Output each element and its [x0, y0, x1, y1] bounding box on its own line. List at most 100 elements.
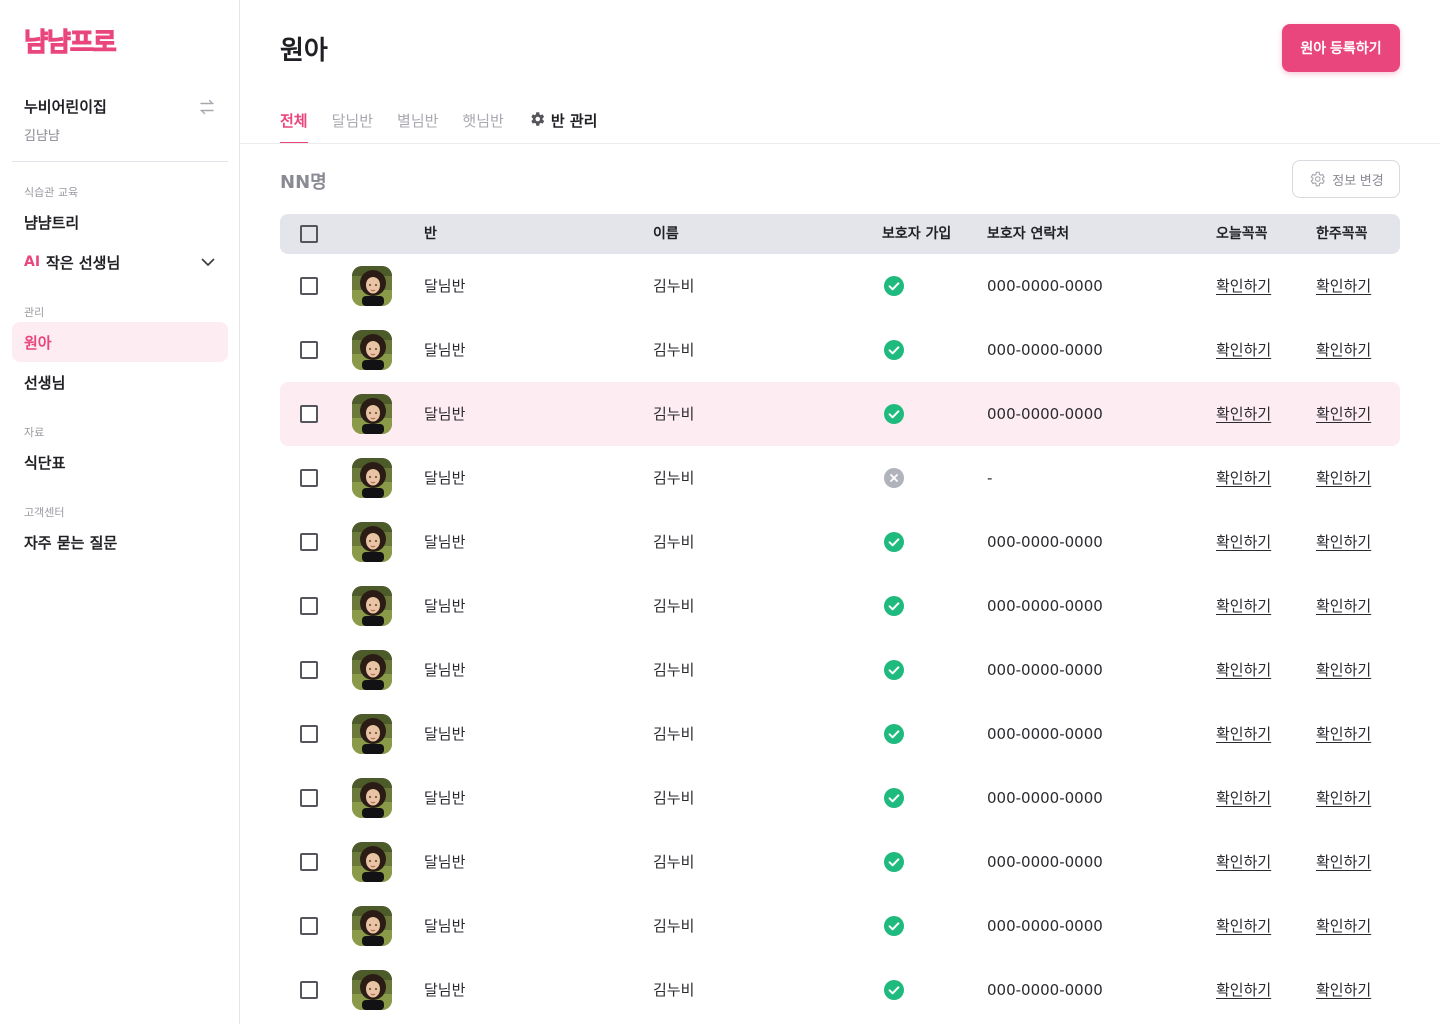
phone-cell: 000-0000-0000: [987, 917, 1103, 935]
row-checkbox[interactable]: [300, 725, 318, 743]
row-checkbox[interactable]: [300, 597, 318, 615]
row-checkbox[interactable]: [300, 533, 318, 551]
main-content: 원아 원아 등록하기 전체 달님반 별님반 햇님반 반 관리 NN명 정보 변경…: [240, 0, 1440, 1024]
avatar: [352, 906, 392, 946]
check-circle-icon: [884, 852, 904, 872]
week-check-link[interactable]: 확인하기: [1316, 510, 1371, 574]
tab-label: 별님반: [397, 112, 439, 130]
brand-logo[interactable]: 냠냠프로: [24, 22, 118, 59]
class-cell: 달님반: [424, 597, 466, 615]
table-row[interactable]: 달님반 김누비 - 확인하기 확인하기: [280, 446, 1400, 510]
table-row[interactable]: 달님반 김누비 000-0000-0000 확인하기 확인하기: [280, 766, 1400, 830]
class-cell: 달님반: [424, 661, 466, 679]
week-check-link[interactable]: 확인하기: [1316, 830, 1371, 894]
org-switcher[interactable]: 누비어린이집 김냠냠: [24, 96, 216, 144]
avatar: [352, 522, 392, 562]
sidebar-item-label: 자주 묻는 질문: [24, 533, 118, 552]
edit-info-label: 정보 변경: [1332, 172, 1384, 188]
week-check-link[interactable]: 확인하기: [1316, 702, 1371, 766]
row-checkbox[interactable]: [300, 789, 318, 807]
tab-moon-class[interactable]: 달님반: [332, 108, 373, 144]
tab-label: 전체: [280, 112, 308, 130]
table-row[interactable]: 달님반 김누비 000-0000-0000 확인하기 확인하기: [280, 574, 1400, 638]
chevron-down-icon[interactable]: [200, 254, 216, 270]
column-header-week[interactable]: 한주꼭꼭: [1316, 214, 1368, 254]
edit-info-button[interactable]: 정보 변경: [1292, 160, 1400, 198]
select-all-checkbox[interactable]: [300, 225, 318, 243]
table-row[interactable]: 달님반 김누비 000-0000-0000 확인하기 확인하기: [280, 510, 1400, 574]
row-checkbox[interactable]: [300, 661, 318, 679]
sidebar-item-ai-teacher[interactable]: AI 작은 선생님: [12, 242, 228, 282]
column-header-today[interactable]: 오늘꼭꼭: [1216, 214, 1268, 254]
sidebar-item-menu[interactable]: 식단표: [12, 442, 228, 482]
name-cell: 김누비: [653, 789, 695, 807]
week-check-link[interactable]: 확인하기: [1316, 574, 1371, 638]
today-check-link[interactable]: 확인하기: [1216, 318, 1271, 382]
table-row[interactable]: 달님반 김누비 000-0000-0000 확인하기 확인하기: [280, 318, 1400, 382]
sidebar-item-label: 작은 선생님: [46, 253, 121, 272]
check-circle-icon: [884, 916, 904, 936]
week-check-link[interactable]: 확인하기: [1316, 446, 1371, 510]
column-header-guardian-joined[interactable]: 보호자 가입: [882, 214, 951, 254]
week-check-link[interactable]: 확인하기: [1316, 382, 1371, 446]
table-row[interactable]: 달님반 김누비 000-0000-0000 확인하기 확인하기: [280, 830, 1400, 894]
row-checkbox[interactable]: [300, 405, 318, 423]
today-check-link[interactable]: 확인하기: [1216, 830, 1271, 894]
sidebar-item-teachers[interactable]: 선생님: [12, 362, 228, 402]
avatar: [352, 714, 392, 754]
name-cell: 김누비: [653, 341, 695, 359]
table-row[interactable]: 달님반 김누비 000-0000-0000 확인하기 확인하기: [280, 894, 1400, 958]
check-circle-icon: [884, 660, 904, 680]
week-check-link[interactable]: 확인하기: [1316, 318, 1371, 382]
tab-class-manage[interactable]: 반 관리: [528, 108, 597, 144]
child-count: NN명: [280, 172, 327, 193]
table-row[interactable]: 달님반 김누비 000-0000-0000 확인하기 확인하기: [280, 958, 1400, 1022]
sidebar-item-label: 냠냠트리: [24, 213, 80, 232]
register-child-button[interactable]: 원아 등록하기: [1282, 24, 1400, 72]
tab-sun-class[interactable]: 햇님반: [462, 108, 503, 144]
week-check-link[interactable]: 확인하기: [1316, 958, 1371, 1022]
table-row[interactable]: 달님반 김누비 000-0000-0000 확인하기 확인하기: [280, 382, 1400, 446]
today-check-link[interactable]: 확인하기: [1216, 702, 1271, 766]
week-check-link[interactable]: 확인하기: [1316, 894, 1371, 958]
swap-icon[interactable]: [198, 98, 216, 116]
week-check-link[interactable]: 확인하기: [1316, 766, 1371, 830]
today-check-link[interactable]: 확인하기: [1216, 510, 1271, 574]
avatar: [352, 266, 392, 306]
sidebar-item-faq[interactable]: 자주 묻는 질문: [12, 522, 228, 562]
table-row[interactable]: 달님반 김누비 000-0000-0000 확인하기 확인하기: [280, 638, 1400, 702]
tab-label: 햇님반: [462, 112, 504, 130]
row-checkbox[interactable]: [300, 469, 318, 487]
phone-cell: 000-0000-0000: [987, 725, 1103, 743]
today-check-link[interactable]: 확인하기: [1216, 446, 1271, 510]
check-circle-icon: [884, 532, 904, 552]
today-check-link[interactable]: 확인하기: [1216, 766, 1271, 830]
section-label-manage: 관리: [24, 306, 45, 319]
table-row[interactable]: 달님반 김누비 000-0000-0000 확인하기 확인하기: [280, 702, 1400, 766]
today-check-link[interactable]: 확인하기: [1216, 382, 1271, 446]
today-check-link[interactable]: 확인하기: [1216, 254, 1271, 318]
row-checkbox[interactable]: [300, 853, 318, 871]
sidebar-item-tree[interactable]: 냠냠트리: [12, 202, 228, 242]
class-cell: 달님반: [424, 533, 466, 551]
row-checkbox[interactable]: [300, 277, 318, 295]
column-header-guardian-phone[interactable]: 보호자 연락처: [987, 214, 1069, 254]
name-cell: 김누비: [653, 533, 695, 551]
phone-cell: -: [987, 469, 993, 487]
today-check-link[interactable]: 확인하기: [1216, 958, 1271, 1022]
phone-cell: 000-0000-0000: [987, 853, 1103, 871]
sidebar-item-children[interactable]: 원아: [12, 322, 228, 362]
today-check-link[interactable]: 확인하기: [1216, 638, 1271, 702]
table-row[interactable]: 달님반 김누비 000-0000-0000 확인하기 확인하기: [280, 254, 1400, 318]
tab-star-class[interactable]: 별님반: [397, 108, 438, 144]
row-checkbox[interactable]: [300, 341, 318, 359]
column-header-class[interactable]: 반: [424, 214, 437, 254]
row-checkbox[interactable]: [300, 981, 318, 999]
row-checkbox[interactable]: [300, 917, 318, 935]
today-check-link[interactable]: 확인하기: [1216, 894, 1271, 958]
today-check-link[interactable]: 확인하기: [1216, 574, 1271, 638]
tab-all[interactable]: 전체: [280, 108, 308, 144]
column-header-name[interactable]: 이름: [653, 214, 679, 254]
week-check-link[interactable]: 확인하기: [1316, 638, 1371, 702]
week-check-link[interactable]: 확인하기: [1316, 254, 1371, 318]
